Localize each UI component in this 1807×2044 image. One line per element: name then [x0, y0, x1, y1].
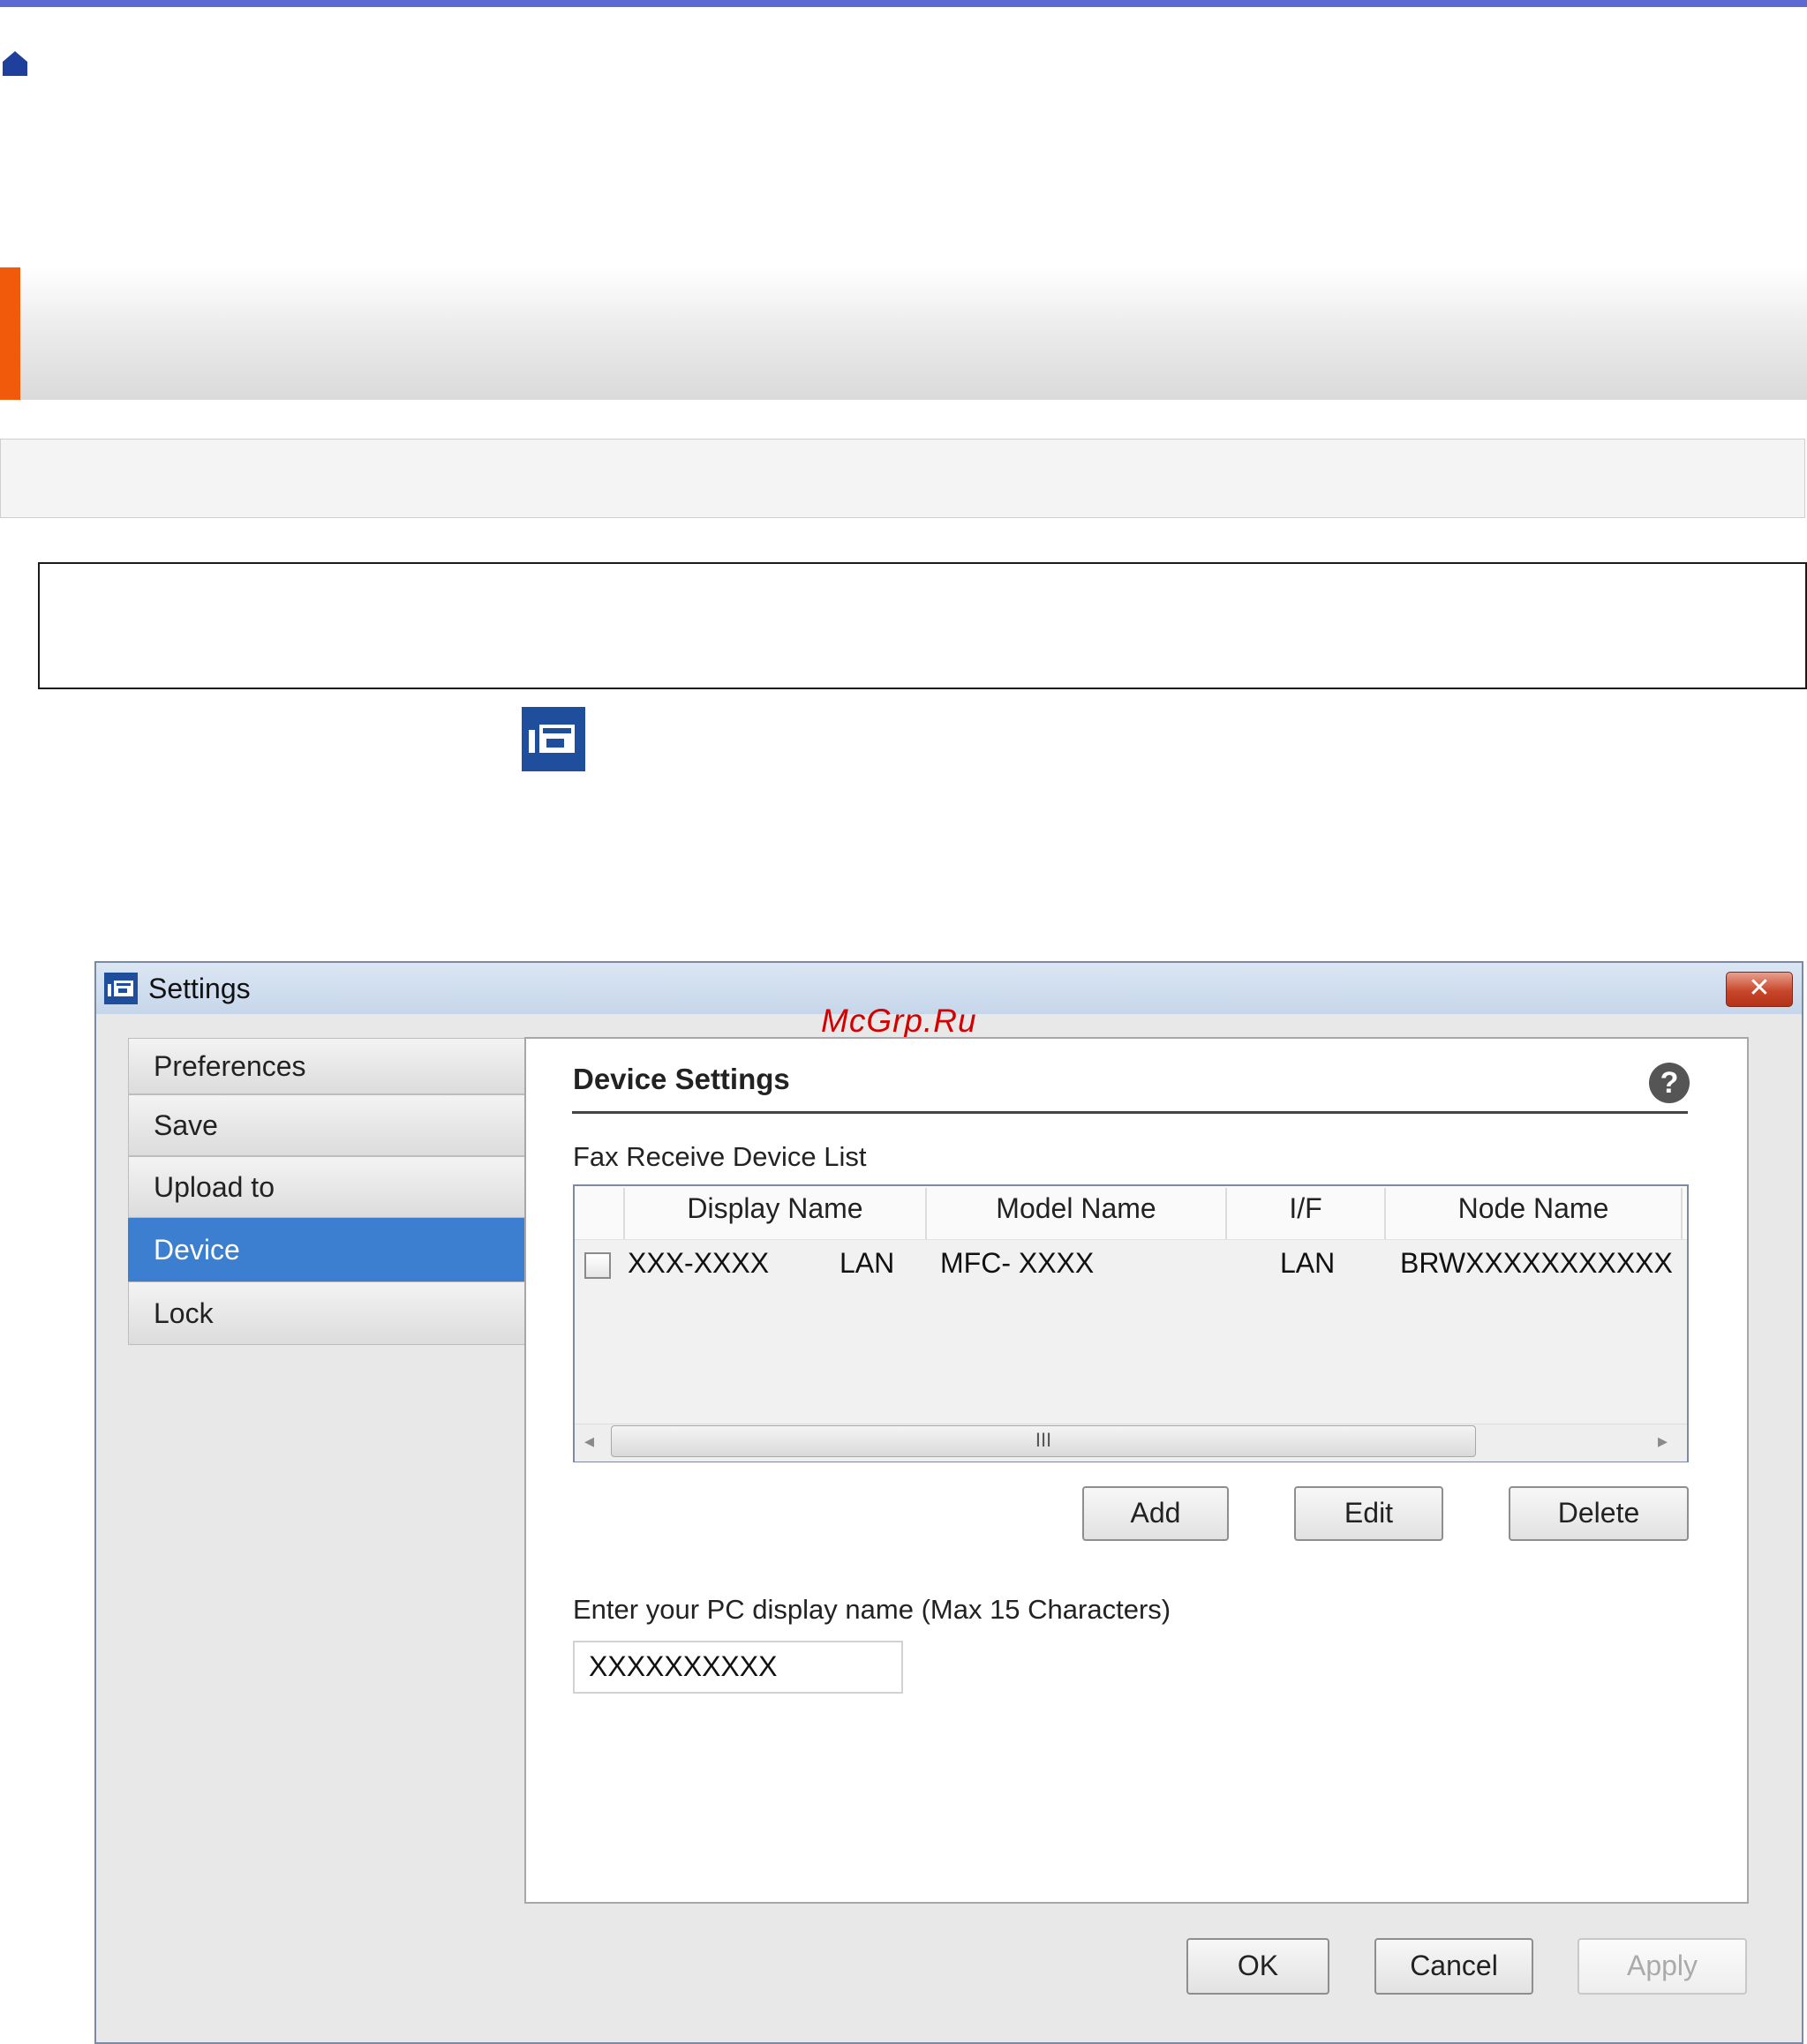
scroll-grip-icon: III: [1035, 1429, 1052, 1451]
top-accent-bar: [0, 0, 1807, 7]
sidebar-item-upload-to[interactable]: Upload to: [128, 1156, 525, 1218]
close-icon: ✕: [1748, 973, 1771, 1003]
section-title-band: [0, 267, 1807, 400]
cell-model-name: MFC- XXXX: [940, 1247, 1095, 1279]
column-header-model-name[interactable]: Model Name: [927, 1192, 1225, 1225]
scroll-left-icon[interactable]: ◂: [584, 1430, 594, 1453]
watermark: McGrp.Ru: [821, 1003, 977, 1039]
edit-button[interactable]: Edit: [1294, 1486, 1443, 1541]
settings-app-icon: [522, 707, 585, 771]
add-button[interactable]: Add: [1082, 1486, 1229, 1541]
note-box: [38, 562, 1807, 689]
device-list-label: Fax Receive Device List: [573, 1141, 867, 1172]
cell-display-name: XXX-XXXX: [628, 1247, 770, 1279]
sidebar-item-save[interactable]: Save: [128, 1094, 525, 1156]
info-box: [0, 439, 1805, 518]
pc-display-name-input[interactable]: XXXXXXXXXX: [573, 1641, 903, 1694]
column-header-node-name[interactable]: Node Name: [1386, 1192, 1681, 1225]
panel-title: Device Settings: [573, 1063, 790, 1095]
sidebar-item-label: Save: [154, 1109, 218, 1141]
divider: [572, 1111, 1688, 1114]
sidebar-item-preferences[interactable]: Preferences: [128, 1038, 525, 1094]
column-header-if[interactable]: I/F: [1227, 1192, 1384, 1225]
home-icon[interactable]: [0, 48, 30, 78]
help-icon[interactable]: ?: [1649, 1063, 1690, 1103]
scroll-right-icon[interactable]: ▸: [1658, 1430, 1668, 1453]
settings-app-icon: [104, 973, 138, 1004]
cell-if: LAN: [1280, 1247, 1336, 1279]
apply-button[interactable]: Apply: [1577, 1938, 1747, 1995]
column-header-display-name[interactable]: Display Name: [625, 1192, 925, 1225]
sidebar-item-label: Upload to: [154, 1171, 275, 1203]
sidebar-item-label: Lock: [154, 1297, 214, 1329]
sidebar-item-device[interactable]: Device: [128, 1218, 525, 1281]
row-checkbox[interactable]: [584, 1252, 611, 1279]
window-title: Settings: [148, 973, 251, 1004]
sidebar-item-lock[interactable]: Lock: [128, 1281, 525, 1345]
cell-display-if: LAN: [840, 1247, 895, 1279]
scrollbar-thumb[interactable]: III: [611, 1425, 1476, 1457]
pc-name-label: Enter your PC display name (Max 15 Chara…: [573, 1594, 1171, 1625]
delete-button[interactable]: Delete: [1509, 1486, 1689, 1541]
column-separator[interactable]: [1681, 1188, 1683, 1239]
sidebar-item-label: Preferences: [154, 1050, 306, 1082]
ok-button[interactable]: OK: [1186, 1938, 1329, 1995]
sidebar-item-label: Device: [154, 1234, 240, 1266]
cancel-button[interactable]: Cancel: [1374, 1938, 1533, 1995]
section-title-accent: [0, 267, 20, 400]
close-button[interactable]: ✕: [1726, 972, 1793, 1007]
cell-node-name: BRWXXXXXXXXXXX: [1400, 1247, 1673, 1279]
